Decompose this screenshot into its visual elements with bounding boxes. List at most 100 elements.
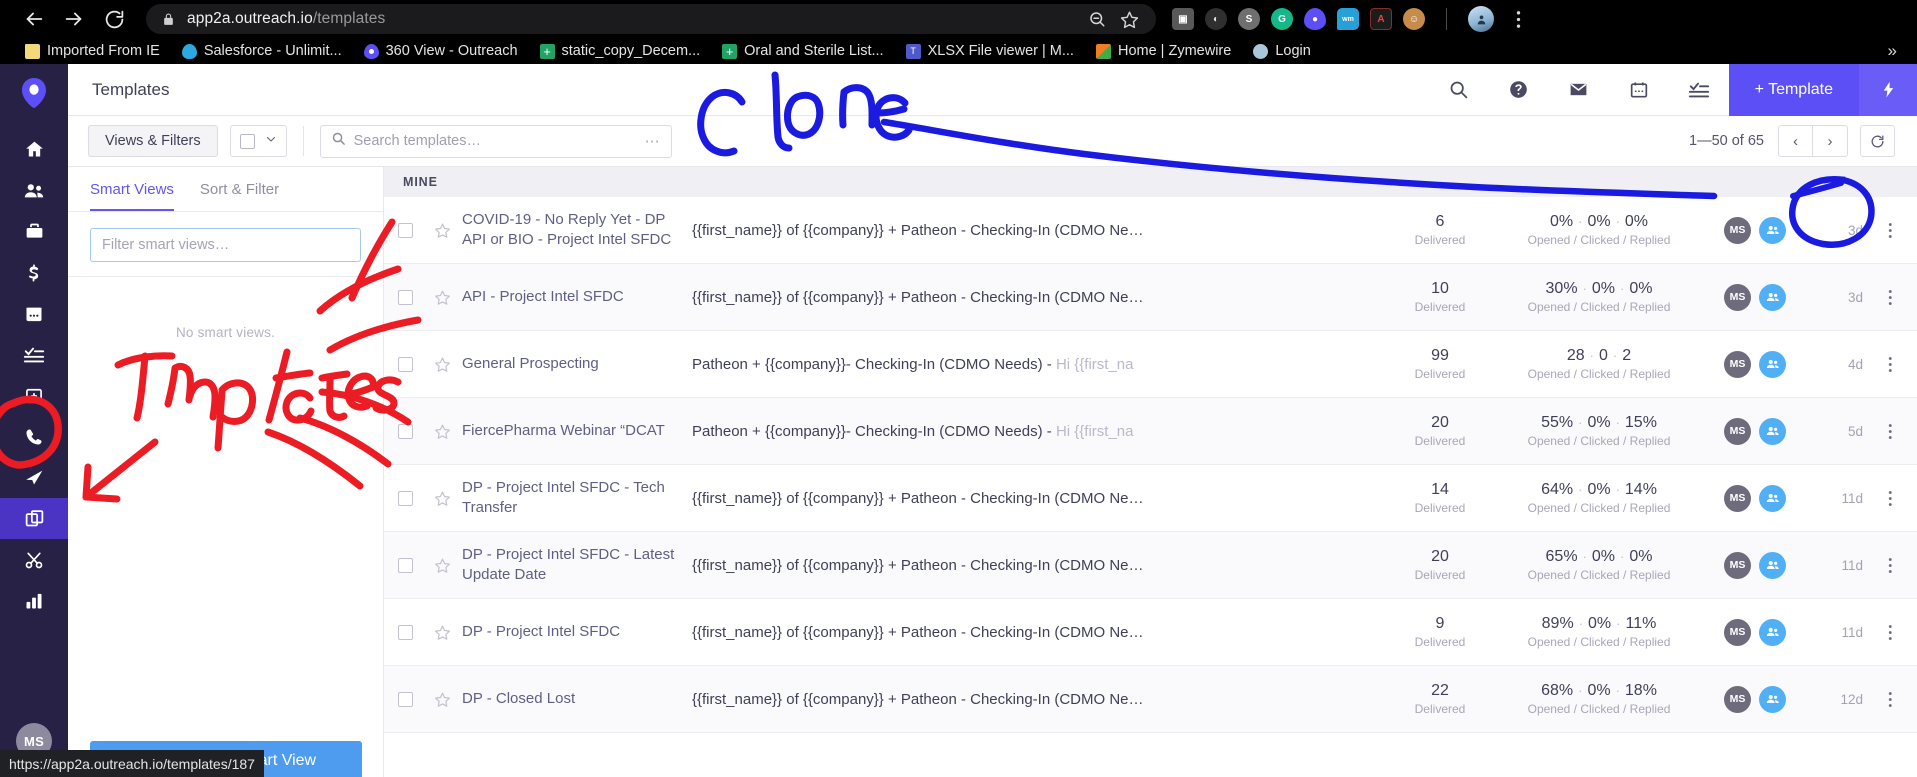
help-icon[interactable] xyxy=(1489,64,1549,116)
grammarly-extension-icon[interactable]: G xyxy=(1271,8,1293,30)
star-outline-icon[interactable] xyxy=(426,490,458,507)
avatar[interactable]: MS xyxy=(1724,283,1751,311)
avatar[interactable]: MS xyxy=(1724,417,1751,445)
avatar[interactable]: MS xyxy=(1724,484,1751,512)
search-options-icon[interactable]: ⋯ xyxy=(645,132,661,150)
row-checkbox-cell[interactable] xyxy=(384,691,426,707)
screen-capture-extension-icon[interactable]: ▣ xyxy=(1172,8,1194,30)
table-row[interactable]: DP - Project Intel SFDC - Latest Update … xyxy=(384,532,1917,599)
team-group-icon[interactable] xyxy=(1759,685,1786,713)
lightning-bolt-icon[interactable] xyxy=(1859,63,1917,116)
browser-menu-icon[interactable] xyxy=(1505,6,1531,32)
template-name[interactable]: COVID-19 - No Reply Yet - DP API or BIO … xyxy=(462,210,692,250)
table-row[interactable]: COVID-19 - No Reply Yet - DP API or BIO … xyxy=(384,197,1917,264)
sidebar-item-content[interactable] xyxy=(0,375,68,416)
bookmark-salesforce[interactable]: Salesforce - Unlimit... xyxy=(171,39,353,63)
sidebar-item-sequences[interactable] xyxy=(0,457,68,498)
table-row[interactable]: DP - Closed Lost {{first_name}} of {{comp… xyxy=(384,666,1917,733)
bookmarks-overflow-icon[interactable]: » xyxy=(1888,41,1903,61)
row-checkbox[interactable] xyxy=(397,289,413,305)
template-name[interactable]: General Prospecting xyxy=(462,354,692,374)
team-group-icon[interactable] xyxy=(1759,551,1786,579)
avatar[interactable]: MS xyxy=(1724,618,1751,646)
star-outline-icon[interactable] xyxy=(426,222,458,239)
row-checkbox-cell[interactable] xyxy=(384,289,426,305)
smart-views-filter-input[interactable] xyxy=(90,228,361,262)
avatar-extension-icon[interactable]: ☺ xyxy=(1403,8,1425,30)
mail-icon[interactable] xyxy=(1549,64,1609,116)
template-name[interactable]: DP - Project Intel SFDC - Tech Transfer xyxy=(462,478,692,518)
template-name[interactable]: DP - Project Intel SFDC xyxy=(462,622,692,642)
refresh-icon[interactable] xyxy=(1860,125,1895,157)
tab-sort-and-filter[interactable]: Sort & Filter xyxy=(200,181,279,211)
row-checkbox-cell[interactable] xyxy=(384,490,426,506)
team-group-icon[interactable] xyxy=(1759,283,1786,311)
browser-profile-avatar[interactable] xyxy=(1468,6,1494,32)
outreach-extension-icon[interactable]: ● xyxy=(1304,8,1326,30)
outreach-logo-icon[interactable] xyxy=(17,76,51,115)
star-outline-icon[interactable] xyxy=(426,557,458,574)
sidebar-item-calls[interactable] xyxy=(0,416,68,457)
sidebar-item-opportunities[interactable] xyxy=(0,252,68,293)
zoom-out-icon[interactable] xyxy=(1082,4,1112,34)
tasks-list-icon[interactable] xyxy=(1669,64,1729,116)
bookmark-imported-from-ie[interactable]: Imported From IE xyxy=(14,39,171,63)
bookmark-360-view-outreach[interactable]: 360 View - Outreach xyxy=(353,39,529,63)
bookmark-static-copy-december[interactable]: + static_copy_Decem... xyxy=(529,39,712,63)
table-row[interactable]: FiercePharma Webinar “DCAT Patheon + {{co… xyxy=(384,398,1917,465)
team-group-icon[interactable] xyxy=(1759,618,1786,646)
skype-extension-icon[interactable]: S xyxy=(1238,8,1260,30)
table-row[interactable]: DP - Project Intel SFDC - Tech Transfer{… xyxy=(384,465,1917,532)
avatar[interactable]: MS xyxy=(1724,685,1751,713)
row-checkbox[interactable] xyxy=(397,423,413,439)
row-checkbox[interactable] xyxy=(397,222,413,238)
address-bar[interactable]: app2a.outreach.io/templates xyxy=(146,4,1156,34)
avatar[interactable]: MS xyxy=(1724,350,1751,378)
row-checkbox[interactable] xyxy=(397,490,413,506)
avatar[interactable]: MS xyxy=(1724,551,1751,579)
star-outline-icon[interactable] xyxy=(426,356,458,373)
row-checkbox-cell[interactable] xyxy=(384,557,426,573)
search-templates-box[interactable]: ⋯ xyxy=(319,124,672,158)
bookmark-star-icon[interactable] xyxy=(1114,4,1144,34)
search-input[interactable] xyxy=(353,133,637,149)
reload-icon[interactable] xyxy=(94,0,134,38)
kebab-menu-icon[interactable] xyxy=(1863,490,1917,507)
new-template-button[interactable]: + Template xyxy=(1728,63,1859,116)
calendar-icon[interactable] xyxy=(1609,64,1669,116)
table-row[interactable]: API - Project Intel SFDC {{first_name}} o… xyxy=(384,264,1917,331)
sidebar-item-prospects[interactable] xyxy=(0,170,68,211)
kebab-menu-icon[interactable] xyxy=(1863,289,1917,306)
search-icon[interactable] xyxy=(1429,64,1489,116)
sidebar-item-snippets[interactable] xyxy=(0,539,68,580)
kebab-menu-icon[interactable] xyxy=(1863,356,1917,373)
sidebar-item-home[interactable] xyxy=(0,129,68,170)
sidebar-item-reports[interactable] xyxy=(0,580,68,621)
kebab-menu-icon[interactable] xyxy=(1863,691,1917,708)
table-row[interactable]: DP - Project Intel SFDC {{first_name}} of… xyxy=(384,599,1917,666)
bookmark-login[interactable]: Login xyxy=(1242,39,1321,63)
template-name[interactable]: DP - Project Intel SFDC - Latest Update … xyxy=(462,545,692,585)
adobe-acrobat-extension-icon[interactable]: A xyxy=(1370,8,1392,30)
bookmark-oral-and-sterile-list[interactable]: + Oral and Sterile List... xyxy=(711,39,894,63)
kebab-menu-icon[interactable] xyxy=(1863,557,1917,574)
star-outline-icon[interactable] xyxy=(426,624,458,641)
tab-smart-views[interactable]: Smart Views xyxy=(90,181,174,211)
sidebar-item-calendar[interactable] xyxy=(0,293,68,334)
row-checkbox[interactable] xyxy=(397,356,413,372)
bookmark-xlsx-file-viewer[interactable]: T XLSX File viewer | M... xyxy=(895,39,1085,63)
kebab-menu-icon[interactable] xyxy=(1863,222,1917,239)
kebab-menu-icon[interactable] xyxy=(1863,624,1917,641)
prev-page-button[interactable]: ‹ xyxy=(1778,125,1813,157)
bulk-select-dropdown[interactable] xyxy=(229,125,287,157)
template-name[interactable]: API - Project Intel SFDC xyxy=(462,287,692,307)
template-name[interactable]: FiercePharma Webinar “DCAT xyxy=(462,421,692,441)
views-and-filters-button[interactable]: Views & Filters xyxy=(88,125,218,157)
team-group-icon[interactable] xyxy=(1759,350,1786,378)
avatar[interactable]: MS xyxy=(1724,216,1751,244)
row-checkbox-cell[interactable] xyxy=(384,423,426,439)
team-group-icon[interactable] xyxy=(1759,484,1786,512)
row-checkbox-cell[interactable] xyxy=(384,356,426,372)
table-row[interactable]: General Prospecting Patheon + {{company}}… xyxy=(384,331,1917,398)
row-checkbox[interactable] xyxy=(397,624,413,640)
